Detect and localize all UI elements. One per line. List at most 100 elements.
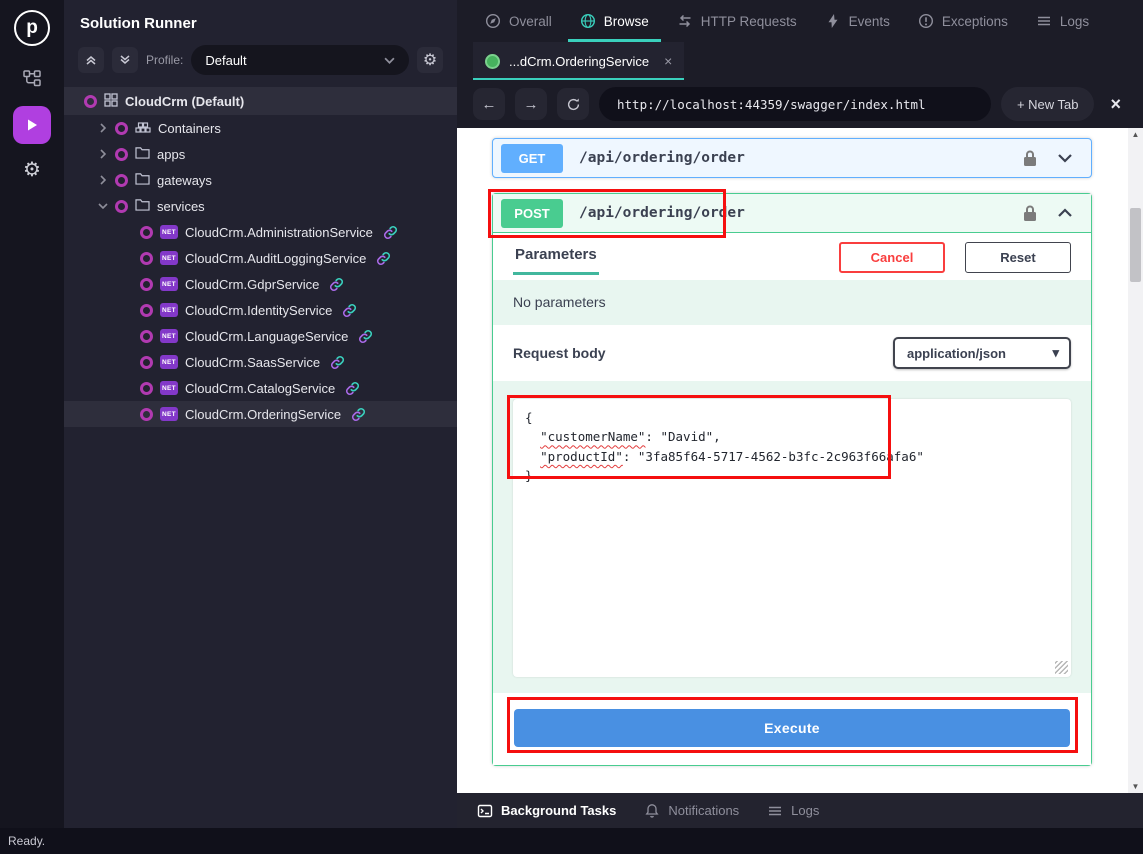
tree-item-label: CloudCrm.LanguageService bbox=[185, 329, 348, 344]
chevron-down-icon[interactable] bbox=[1055, 148, 1075, 168]
scroll-down-icon[interactable]: ▼ bbox=[1128, 782, 1143, 791]
back-button[interactable]: ← bbox=[473, 88, 505, 120]
chevron-right-icon[interactable] bbox=[98, 121, 108, 136]
get-method-badge: GET bbox=[501, 144, 563, 173]
tab-events[interactable]: Events bbox=[813, 0, 902, 42]
close-tab-icon[interactable]: × bbox=[664, 53, 672, 69]
parameters-title: Parameters bbox=[513, 240, 599, 275]
lock-icon[interactable] bbox=[1023, 204, 1037, 222]
profile-select[interactable]: Default bbox=[191, 45, 409, 75]
vertical-scrollbar[interactable]: ▲ ▼ bbox=[1128, 128, 1143, 793]
tree-item-services[interactable]: services bbox=[64, 193, 457, 219]
get-opblock: GET /api/ordering/order bbox=[492, 138, 1092, 178]
refresh-button[interactable] bbox=[557, 88, 589, 120]
sidebar-title: Solution Runner bbox=[64, 0, 457, 41]
tree-item-service[interactable]: NET CloudCrm.SaasService bbox=[64, 349, 457, 375]
tree-item-service[interactable]: NET CloudCrm.IdentityService bbox=[64, 297, 457, 323]
tree-item-service[interactable]: NET CloudCrm.CatalogService bbox=[64, 375, 457, 401]
chevron-up-icon[interactable] bbox=[1055, 203, 1075, 223]
profile-settings-button[interactable]: ⚙ bbox=[417, 47, 443, 73]
get-opblock-header[interactable]: GET /api/ordering/order bbox=[493, 139, 1091, 177]
logs-button[interactable]: Logs bbox=[767, 803, 819, 819]
resize-handle[interactable] bbox=[1055, 661, 1068, 674]
status-ring-icon bbox=[140, 226, 153, 239]
link-icon[interactable] bbox=[330, 355, 345, 370]
tree-item-label: CloudCrm.OrderingService bbox=[185, 407, 341, 422]
link-icon[interactable] bbox=[358, 329, 373, 344]
new-tab-label: + New Tab bbox=[1017, 97, 1079, 112]
dotnet-icon: NET bbox=[160, 407, 178, 421]
post-opblock-header[interactable]: POST /api/ordering/order bbox=[493, 194, 1091, 233]
tree-item-service[interactable]: NET CloudCrm.LanguageService bbox=[64, 323, 457, 349]
expand-all-button[interactable] bbox=[112, 47, 138, 73]
chevron-right-icon[interactable] bbox=[98, 147, 108, 162]
dotnet-icon: NET bbox=[160, 329, 178, 343]
tree-item-service[interactable]: NET CloudCrm.AuditLoggingService bbox=[64, 245, 457, 271]
swagger-content: GET /api/ordering/order POST /api/orderi… bbox=[457, 128, 1143, 793]
link-icon[interactable] bbox=[342, 303, 357, 318]
link-icon[interactable] bbox=[345, 381, 360, 396]
containers-icon bbox=[135, 120, 151, 137]
status-ring-icon bbox=[140, 356, 153, 369]
tree-item-label: CloudCrm.AdministrationService bbox=[185, 225, 373, 240]
run-button[interactable] bbox=[13, 106, 51, 144]
hierarchy-icon[interactable] bbox=[22, 68, 42, 88]
tree-item-label: Containers bbox=[158, 121, 221, 136]
link-icon[interactable] bbox=[383, 225, 398, 240]
request-body-editor[interactable]: { "customerName": "David", "productId": … bbox=[513, 399, 1071, 677]
dotnet-icon: NET bbox=[160, 381, 178, 395]
tab-http-requests[interactable]: HTTP Requests bbox=[665, 0, 809, 42]
background-tasks-button[interactable]: Background Tasks bbox=[477, 803, 616, 819]
tree-item-apps[interactable]: apps bbox=[64, 141, 457, 167]
execute-button[interactable]: Execute bbox=[514, 709, 1070, 747]
tree-item-service-selected[interactable]: NET CloudCrm.OrderingService bbox=[64, 401, 457, 427]
new-tab-button[interactable]: + New Tab bbox=[1001, 87, 1095, 121]
status-ring-icon bbox=[115, 174, 128, 187]
tab-exceptions[interactable]: Exceptions bbox=[906, 0, 1020, 42]
chevron-right-icon[interactable] bbox=[98, 173, 108, 188]
request-body-section: { "customerName": "David", "productId": … bbox=[493, 381, 1091, 693]
settings-gear-icon[interactable]: ⚙ bbox=[23, 160, 41, 180]
link-icon[interactable] bbox=[351, 407, 366, 422]
status-ring-icon bbox=[115, 200, 128, 213]
tree-item-label: CloudCrm.AuditLoggingService bbox=[185, 251, 366, 266]
tab-label: Overall bbox=[509, 14, 552, 29]
solution-tree: CloudCrm (Default) Containers apps bbox=[64, 87, 457, 828]
cancel-button[interactable]: Cancel bbox=[839, 242, 945, 273]
tree-item-service[interactable]: NET CloudCrm.GdprService bbox=[64, 271, 457, 297]
browser-tab-orderingservice[interactable]: ...dCrm.OrderingService × bbox=[473, 42, 684, 80]
tab-logs[interactable]: Logs bbox=[1024, 0, 1101, 42]
close-browser-icon[interactable]: × bbox=[1104, 94, 1127, 115]
tab-overall[interactable]: Overall bbox=[473, 0, 564, 42]
folder-icon bbox=[135, 172, 150, 188]
status-ring-icon bbox=[140, 330, 153, 343]
tree-item-containers[interactable]: Containers bbox=[64, 115, 457, 141]
tab-browse[interactable]: Browse bbox=[568, 0, 661, 42]
lines-icon bbox=[767, 803, 783, 819]
right-panel: Overall Browse HTTP Requests Events Exce… bbox=[457, 0, 1143, 828]
dotnet-icon: NET bbox=[160, 303, 178, 317]
grid-icon bbox=[104, 93, 118, 110]
content-type-select[interactable]: application/json ▾ bbox=[893, 337, 1071, 369]
scrollbar-thumb[interactable] bbox=[1130, 208, 1141, 282]
lock-icon[interactable] bbox=[1023, 149, 1037, 167]
dotnet-icon: NET bbox=[160, 355, 178, 369]
tree-item-root[interactable]: CloudCrm (Default) bbox=[64, 87, 457, 115]
notifications-button[interactable]: Notifications bbox=[644, 803, 739, 819]
url-bar[interactable]: http://localhost:44359/swagger/index.htm… bbox=[599, 87, 991, 121]
tab-label: HTTP Requests bbox=[701, 14, 797, 29]
scroll-up-icon[interactable]: ▲ bbox=[1128, 130, 1143, 139]
reset-button[interactable]: Reset bbox=[965, 242, 1071, 273]
parameters-header: Parameters Cancel Reset bbox=[493, 233, 1091, 280]
no-parameters-text: No parameters bbox=[493, 280, 1091, 325]
tree-item-service[interactable]: NET CloudCrm.AdministrationService bbox=[64, 219, 457, 245]
lightning-icon bbox=[825, 13, 841, 29]
folder-icon bbox=[135, 198, 150, 214]
forward-button[interactable]: → bbox=[515, 88, 547, 120]
tree-item-label: CloudCrm.GdprService bbox=[185, 277, 319, 292]
link-icon[interactable] bbox=[376, 251, 391, 266]
tree-item-gateways[interactable]: gateways bbox=[64, 167, 457, 193]
link-icon[interactable] bbox=[329, 277, 344, 292]
collapse-all-button[interactable] bbox=[78, 47, 104, 73]
chevron-down-icon[interactable] bbox=[98, 199, 108, 214]
